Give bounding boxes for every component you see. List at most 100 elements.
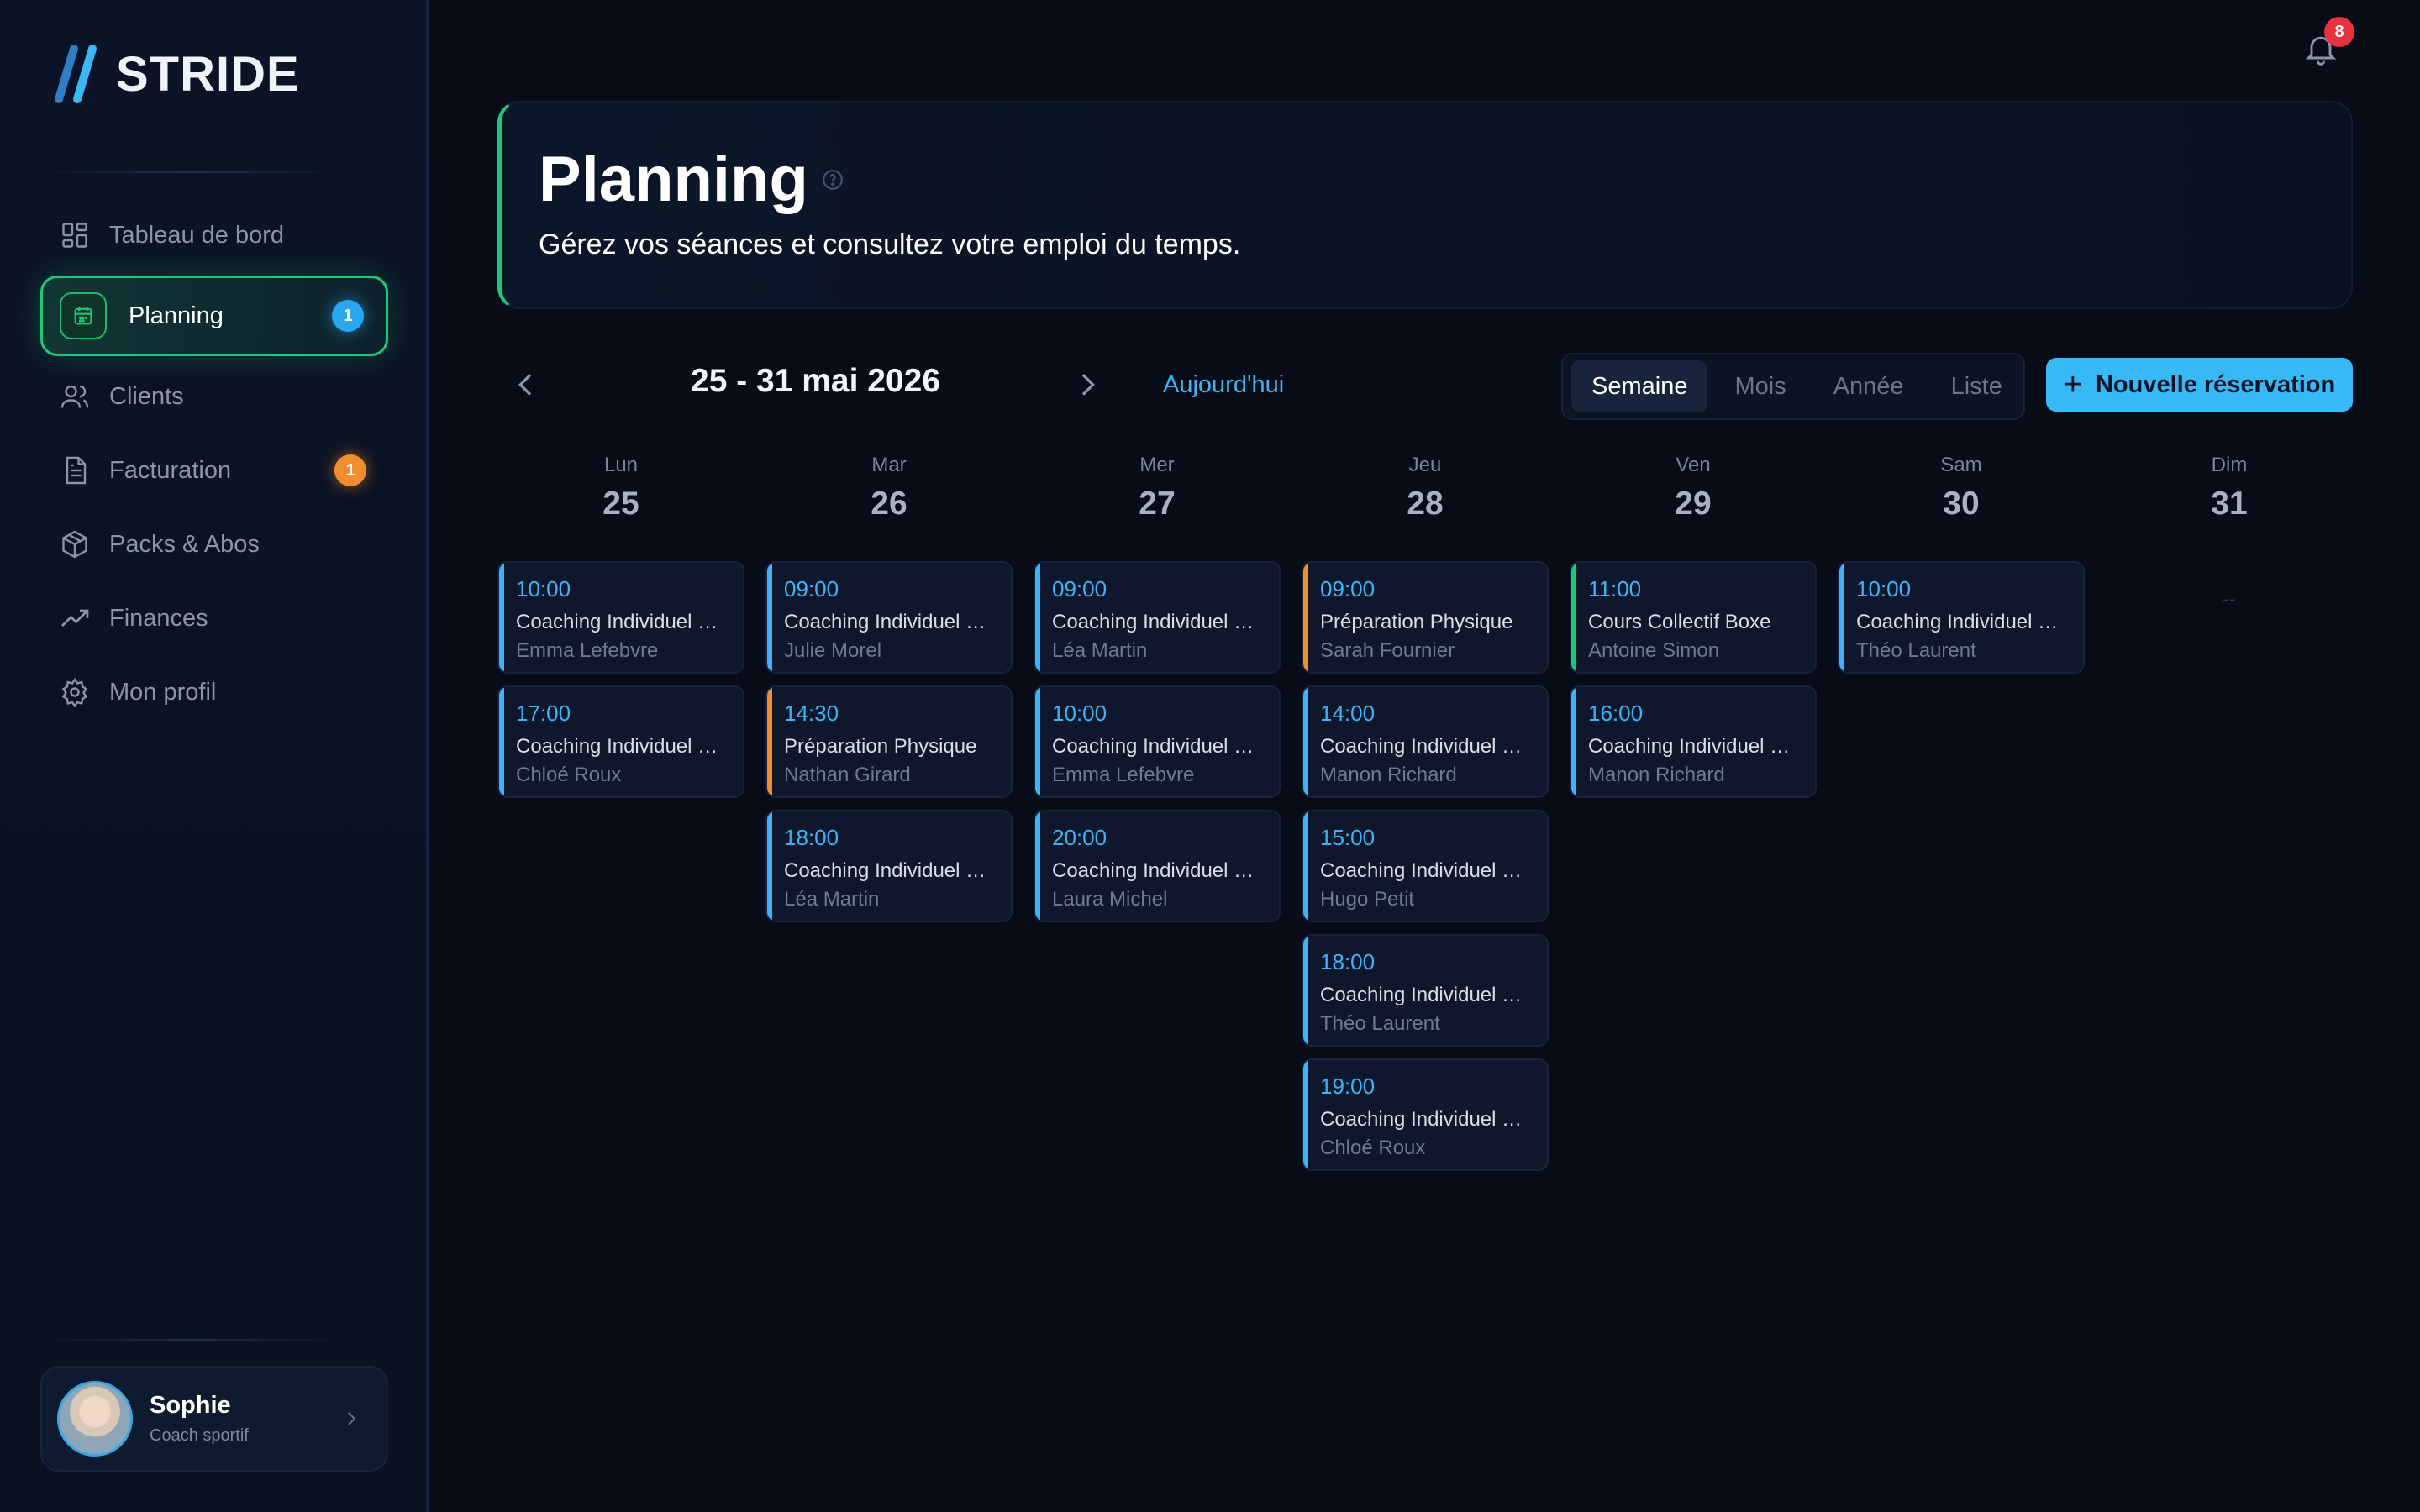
nav-item-packs[interactable]: Packs & Abos <box>40 507 388 581</box>
dashboard-icon <box>59 219 91 251</box>
avatar <box>57 1381 133 1457</box>
day-header[interactable]: Lun 25 <box>497 454 744 522</box>
trending-up-icon <box>59 602 91 634</box>
help-icon[interactable] <box>822 169 844 191</box>
event-card[interactable]: 17:00 Coaching Individuel B... Chloé Roux <box>497 685 744 798</box>
event-card[interactable]: 15:00 Coaching Individuel B... Hugo Petit <box>1302 810 1549 922</box>
event-client: Chloé Roux <box>516 764 622 786</box>
event-list: 09:00 Préparation Physique Sarah Fournier 1… <box>1302 561 1549 1183</box>
event-client: Emma Lefebvre <box>1052 764 1195 786</box>
day-number: 27 <box>1139 486 1176 522</box>
day-number: 28 <box>1407 486 1444 522</box>
event-color-bar <box>1571 687 1576 796</box>
event-title: Préparation Physique <box>784 735 977 758</box>
nav-item-clients[interactable]: Clients <box>40 360 388 433</box>
day-header[interactable]: Sam 30 <box>1838 454 2085 522</box>
event-time: 14:00 <box>1320 701 1376 726</box>
date-range: 25 - 31 mai 2026 <box>691 363 941 399</box>
nav-item-dashboard[interactable]: Tableau de bord <box>40 198 388 272</box>
event-client: Laura Michel <box>1052 888 1168 911</box>
tab-mois[interactable]: Mois <box>1714 360 1806 412</box>
event-card[interactable]: 16:00 Coaching Individuel B... Manon Richa… <box>1570 685 1817 798</box>
nav-item-planning[interactable]: Planning 1 <box>40 276 388 356</box>
previous-week-button[interactable] <box>509 368 543 402</box>
day-name: Dim <box>2211 454 2248 476</box>
event-time: 10:00 <box>1856 576 1912 601</box>
event-card[interactable]: 09:00 Coaching Individuel B... Léa Martin <box>1034 561 1281 674</box>
nav-item-profile[interactable]: Mon profil <box>40 655 388 729</box>
user-profile-card[interactable]: Sophie Coach sportif <box>40 1366 388 1472</box>
event-card[interactable]: 10:00 Coaching Individuel B... Emma Lefebv… <box>497 561 744 674</box>
user-role: Coach sportif <box>150 1426 249 1445</box>
event-card[interactable]: 10:00 Coaching Individuel B... Théo Lauren… <box>1838 561 2085 674</box>
tab-annee[interactable]: Année <box>1813 360 1924 412</box>
event-list: 09:00 Coaching Individuel B... Léa Martin 1… <box>1034 561 1281 934</box>
event-time: 15:00 <box>1320 825 1376 850</box>
event-card[interactable]: 11:00 Cours Collectif Boxe Antoine Simon <box>1570 561 1817 674</box>
package-icon <box>59 528 91 560</box>
day-header[interactable]: Mer 27 <box>1034 454 1281 522</box>
event-client: Léa Martin <box>784 888 880 911</box>
notifications-button[interactable]: 8 <box>2302 17 2354 71</box>
nav-item-finances[interactable]: Finances <box>40 581 388 655</box>
event-list: 10:00 Coaching Individuel B... Théo Lauren… <box>1838 561 2085 685</box>
event-time: 19:00 <box>1320 1074 1376 1099</box>
event-color-bar <box>1303 811 1308 921</box>
app-logo[interactable]: STRIDE <box>40 40 300 108</box>
today-button[interactable]: Aujourd'hui <box>1163 371 1284 399</box>
nav-item-facturation[interactable]: Facturation 1 <box>40 433 388 507</box>
event-title: Coaching Individuel B... <box>1320 1108 1532 1131</box>
page-subtitle: Gérez vos séances et consultez votre emp… <box>539 228 1241 260</box>
event-card[interactable]: 09:00 Préparation Physique Sarah Fournier <box>1302 561 1549 674</box>
event-color-bar <box>1303 687 1308 796</box>
day-name: Mer <box>1139 454 1175 476</box>
nav-label: Packs & Abos <box>109 530 260 558</box>
chevron-right-icon <box>348 1412 356 1425</box>
day-column: Jeu 28 09:00 Préparation Physique Sarah Four… <box>1302 454 1549 1171</box>
planning-count-badge: 1 <box>332 300 364 332</box>
event-card[interactable]: 18:00 Coaching Individuel B... Théo Lauren… <box>1302 934 1549 1047</box>
event-card[interactable]: 19:00 Coaching Individuel B... Chloé Roux <box>1302 1058 1549 1171</box>
event-time: 09:00 <box>1320 576 1376 601</box>
event-color-bar <box>1303 936 1308 1045</box>
day-column: Sam 30 10:00 Coaching Individuel B... Théo L… <box>1838 454 2085 674</box>
day-header[interactable]: Mar 26 <box>765 454 1013 522</box>
event-card[interactable]: 18:00 Coaching Individuel B... Léa Martin <box>765 810 1013 922</box>
day-column: Ven 29 11:00 Cours Collectif Boxe Antoine Si… <box>1570 454 1817 798</box>
tab-semaine[interactable]: Semaine <box>1571 360 1708 412</box>
event-title: Coaching Individuel B... <box>516 611 728 633</box>
day-header[interactable]: Jeu 28 <box>1302 454 1549 522</box>
event-title: Coaching Individuel B... <box>1320 859 1532 882</box>
event-client: Manon Richard <box>1320 764 1457 786</box>
day-name: Jeu <box>1408 454 1442 476</box>
event-card[interactable]: 20:00 Coaching Individuel B... Laura Miche… <box>1034 810 1281 922</box>
event-time: 09:00 <box>784 576 839 601</box>
event-color-bar <box>1035 687 1040 796</box>
app-name: STRIDE <box>116 46 300 102</box>
day-header[interactable]: Dim 31 <box>2106 454 2353 522</box>
event-color-bar <box>499 687 504 796</box>
event-card[interactable]: 09:00 Coaching Individuel B... Julie Morel <box>765 561 1013 674</box>
event-color-bar <box>1839 563 1844 672</box>
facturation-count-badge: 1 <box>334 454 366 486</box>
event-client: Chloé Roux <box>1320 1137 1426 1159</box>
event-card[interactable]: 10:00 Coaching Individuel B... Emma Lefebv… <box>1034 685 1281 798</box>
event-title: Coaching Individuel B... <box>1052 735 1264 758</box>
event-color-bar <box>1035 563 1040 672</box>
gear-icon <box>59 676 91 708</box>
day-header[interactable]: Ven 29 <box>1570 454 1817 522</box>
event-time: 16:00 <box>1588 701 1644 726</box>
tab-liste[interactable]: Liste <box>1931 360 2023 412</box>
event-card[interactable]: 14:30 Préparation Physique Nathan Girard <box>765 685 1013 798</box>
event-card[interactable]: 14:00 Coaching Individuel B... Manon Richa… <box>1302 685 1549 798</box>
event-title: Coaching Individuel B... <box>784 859 996 882</box>
nav-label: Clients <box>109 382 184 410</box>
event-client: Léa Martin <box>1052 639 1148 662</box>
view-switcher: Semaine Mois Année Liste <box>1561 353 2025 420</box>
day-column: Dim 31 -- <box>2106 454 2353 611</box>
next-week-button[interactable] <box>1071 368 1104 402</box>
event-client: Sarah Fournier <box>1320 639 1455 662</box>
page-header: Planning Gérez vos séances et consultez … <box>497 101 2353 309</box>
new-booking-button[interactable]: + Nouvelle réservation <box>2046 358 2353 412</box>
event-title: Coaching Individuel B... <box>784 611 996 633</box>
